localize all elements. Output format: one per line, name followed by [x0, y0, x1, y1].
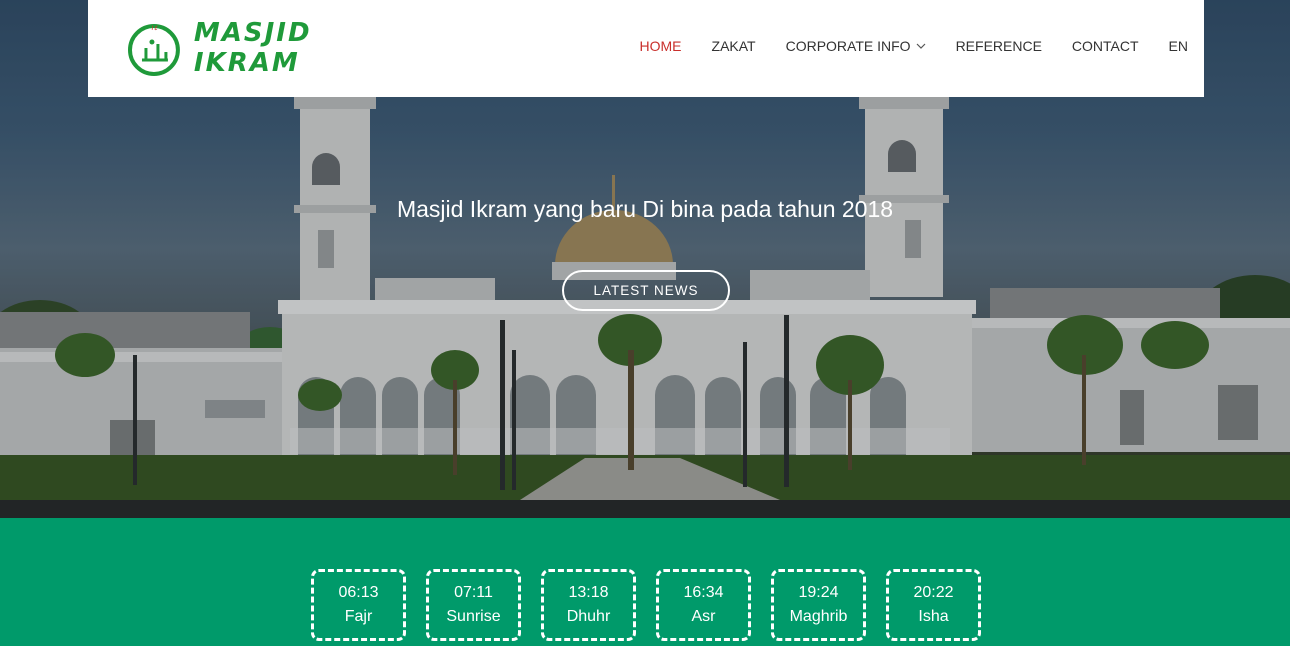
chevron-down-icon	[916, 43, 925, 49]
mosque-logo-icon: ۱٤	[128, 24, 180, 76]
prayer-time: 07:11	[454, 584, 493, 601]
nav-language[interactable]: EN	[1169, 38, 1188, 54]
prayer-name: Dhuhr	[566, 608, 611, 625]
nav-zakat[interactable]: ZAKAT	[712, 38, 756, 54]
brand-logo[interactable]: ۱٤ MASJID IKRAM	[128, 18, 428, 78]
prayer-time: 20:22	[913, 584, 954, 601]
nav-corporate-info[interactable]: CORPORATE INFO	[786, 38, 926, 54]
prayer-name: Maghrib	[789, 608, 848, 625]
nav-contact[interactable]: CONTACT	[1072, 38, 1139, 54]
svg-text:۱٤: ۱٤	[150, 24, 158, 32]
prayer-name: Isha	[918, 608, 949, 625]
main-nav: HOME ZAKAT CORPORATE INFO REFERENCE CONT…	[610, 38, 1188, 54]
prayer-card-maghrib: 19:24 Maghrib	[771, 569, 866, 641]
brand-name: MASJID IKRAM	[193, 18, 312, 78]
prayer-name: Fajr	[344, 608, 373, 625]
site-header: ۱٤ MASJID IKRAM HOME ZAKAT CORPORATE INF…	[88, 0, 1204, 97]
nav-home[interactable]: HOME	[640, 38, 682, 54]
prayer-time: 19:24	[798, 584, 839, 601]
prayer-card-isha: 20:22 Isha	[886, 569, 981, 641]
hero-title: Masjid Ikram yang baru Di bina pada tahu…	[396, 196, 894, 222]
prayer-name: Asr	[691, 608, 716, 625]
prayer-card-asr: 16:34 Asr	[656, 569, 751, 641]
prayer-time: 06:13	[338, 584, 379, 601]
prayer-card-sunrise: 07:11 Sunrise	[426, 569, 521, 641]
nav-corporate-info-label: CORPORATE INFO	[785, 38, 911, 54]
prayer-name: Sunrise	[446, 608, 501, 625]
latest-news-button[interactable]: LATEST NEWS	[562, 270, 730, 311]
prayer-time: 16:34	[683, 584, 724, 601]
prayer-card-fajr: 06:13 Fajr	[311, 569, 406, 641]
prayer-card-dhuhr: 13:18 Dhuhr	[541, 569, 636, 641]
nav-reference[interactable]: REFERENCE	[956, 38, 1042, 54]
prayer-time: 13:18	[568, 584, 609, 601]
prayer-times-band: 06:13 Fajr 07:11 Sunrise 13:18 Dhuhr 16:…	[0, 518, 1290, 646]
